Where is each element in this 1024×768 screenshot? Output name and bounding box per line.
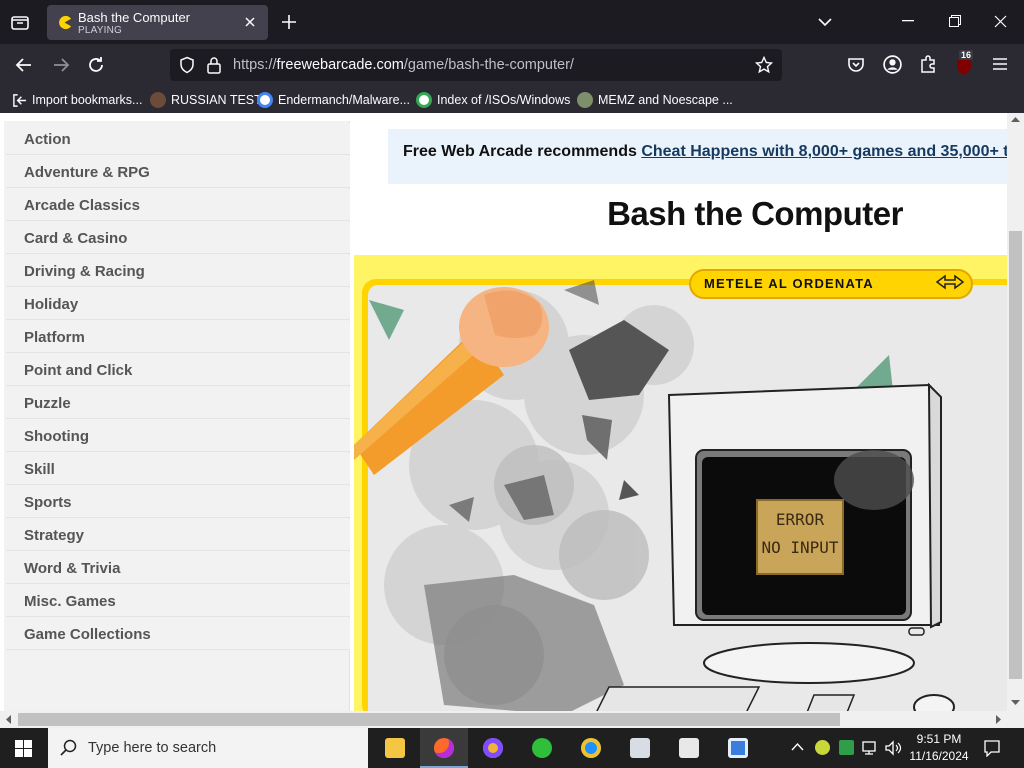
ie-icon[interactable] xyxy=(567,728,615,768)
tab-bar: Bash the Computer PLAYING xyxy=(0,0,1024,44)
extensions-puzzle-icon[interactable] xyxy=(918,54,938,74)
globe-icon xyxy=(577,92,593,108)
category-link[interactable]: Driving & Racing xyxy=(6,255,350,287)
forward-arrow-icon[interactable] xyxy=(51,55,71,75)
screen-no-input-text: NO INPUT xyxy=(761,538,839,557)
tray-people-icon[interactable] xyxy=(839,740,854,755)
scroll-down-arrow-icon[interactable] xyxy=(1011,700,1020,706)
clock[interactable]: 9:51 PM 11/16/2024 xyxy=(905,731,973,765)
tab-playing-indicator[interactable]: PLAYING xyxy=(78,25,122,36)
minimize-icon[interactable] xyxy=(902,20,914,22)
game-banner-text: METELE AL ORDENATA xyxy=(704,276,874,291)
category-link[interactable]: Platform xyxy=(6,321,350,353)
scroll-left-arrow-icon[interactable] xyxy=(5,715,11,724)
category-link[interactable]: Word & Trivia xyxy=(6,552,350,584)
scroll-up-arrow-icon[interactable] xyxy=(1011,116,1020,122)
close-tab-icon[interactable] xyxy=(243,15,257,29)
game-canvas[interactable]: METELE AL ORDENATA ERROR NO INPUT xyxy=(354,255,1014,711)
horizontal-scrollbar[interactable] xyxy=(0,711,1024,728)
windows-start-icon[interactable] xyxy=(15,740,32,757)
bookmark-memz[interactable]: MEMZ and Noescape ... xyxy=(577,90,733,110)
category-link[interactable]: Holiday xyxy=(6,288,350,320)
pacman-favicon-icon xyxy=(57,15,72,30)
url-text[interactable]: https://freewebarcade.com/game/bash-the-… xyxy=(233,57,574,73)
extension-badge: 16 xyxy=(959,50,974,60)
category-link[interactable]: Action xyxy=(6,123,350,155)
plus-app-icon[interactable] xyxy=(518,728,566,768)
recommend-link[interactable]: Cheat Happens with 8,000+ games and 35,0… xyxy=(641,143,1008,160)
bookmark-index-isos[interactable]: Index of /ISOs/Windows xyxy=(416,90,570,110)
taskbar-search-box[interactable]: Type here to search xyxy=(48,728,368,768)
navigation-toolbar: https://freewebarcade.com/game/bash-the-… xyxy=(0,44,1024,86)
category-link[interactable]: Sports xyxy=(6,486,350,518)
notification-center-icon[interactable] xyxy=(983,739,1001,757)
bookmark-import[interactable]: Import bookmarks... xyxy=(12,90,142,110)
pocket-icon[interactable] xyxy=(846,55,866,75)
chromium-icon[interactable] xyxy=(469,728,517,768)
tracking-shield-icon[interactable] xyxy=(178,56,196,74)
vertical-scroll-thumb[interactable] xyxy=(1009,231,1022,679)
web-page: Action Adventure & RPG Arcade Classics Card… xyxy=(0,113,1024,711)
bookmarks-toolbar: Import bookmarks... RUSSIAN TEST Enderma… xyxy=(0,86,1024,113)
category-link[interactable]: Skill xyxy=(6,453,350,485)
ublock-extension-icon[interactable]: 16 xyxy=(954,50,974,76)
firefox-icon[interactable] xyxy=(420,728,468,768)
restore-icon[interactable] xyxy=(949,15,961,27)
category-link[interactable]: Point and Click xyxy=(6,354,350,386)
tab-overview-icon[interactable] xyxy=(10,12,30,32)
tray-chevron-up-icon[interactable] xyxy=(791,742,804,751)
clock-time: 9:51 PM xyxy=(916,732,962,746)
7zip-icon[interactable] xyxy=(665,728,713,768)
hamburger-menu-icon[interactable] xyxy=(991,56,1009,72)
address-bar[interactable]: https://freewebarcade.com/game/bash-the-… xyxy=(170,49,782,81)
window-app-icon[interactable] xyxy=(714,728,762,768)
computer-icon[interactable] xyxy=(616,728,664,768)
list-tabs-chevron-icon[interactable] xyxy=(817,15,833,29)
bookmark-star-icon[interactable] xyxy=(755,56,773,74)
google-icon xyxy=(257,92,273,108)
category-link[interactable]: Strategy xyxy=(6,519,350,551)
horizontal-scroll-thumb[interactable] xyxy=(18,713,840,726)
scroll-right-arrow-icon[interactable] xyxy=(996,715,1002,724)
category-link[interactable]: Card & Casino xyxy=(6,222,350,254)
account-icon[interactable] xyxy=(882,54,903,75)
category-link[interactable]: Adventure & RPG xyxy=(6,156,350,188)
google-icon xyxy=(416,92,432,108)
windows-taskbar: Type here to search 9:51 PM 11/16/2024 xyxy=(0,728,1024,768)
screen-error-text: ERROR xyxy=(775,510,825,529)
bookmark-russian-test[interactable]: RUSSIAN TEST xyxy=(150,90,262,110)
file-explorer-icon[interactable] xyxy=(371,728,419,768)
category-link[interactable]: Arcade Classics xyxy=(6,189,350,221)
tray-app-icon[interactable] xyxy=(815,740,830,755)
recommend-banner: Free Web Arcade recommends Cheat Happens… xyxy=(388,129,1018,184)
game-title: Bash the Computer xyxy=(607,195,903,232)
category-link[interactable]: Puzzle xyxy=(6,387,350,419)
category-link[interactable]: Game Collections xyxy=(6,618,350,650)
import-icon xyxy=(12,93,27,108)
category-link[interactable]: Misc. Games xyxy=(6,585,350,617)
volume-icon[interactable] xyxy=(885,740,902,756)
close-window-icon[interactable] xyxy=(994,15,1007,28)
search-placeholder: Type here to search xyxy=(88,740,217,756)
category-sidebar: Action Adventure & RPG Arcade Classics Card… xyxy=(4,121,350,711)
recommend-text: Free Web Arcade recommends xyxy=(403,143,637,160)
search-icon xyxy=(60,739,78,757)
back-arrow-icon[interactable] xyxy=(14,55,34,75)
vertical-scrollbar[interactable] xyxy=(1007,113,1024,711)
new-tab-icon[interactable] xyxy=(280,13,298,31)
tab-title: Bash the Computer xyxy=(78,10,191,25)
clock-date: 11/16/2024 xyxy=(909,749,969,763)
lock-icon[interactable] xyxy=(206,56,222,74)
avatar-icon xyxy=(150,92,166,108)
category-link[interactable]: Shooting xyxy=(6,420,350,452)
network-icon[interactable] xyxy=(862,740,879,756)
reload-icon[interactable] xyxy=(86,55,106,75)
bookmark-endermanch[interactable]: Endermanch/Malware... xyxy=(257,90,410,110)
active-tab[interactable]: Bash the Computer PLAYING xyxy=(47,5,268,40)
